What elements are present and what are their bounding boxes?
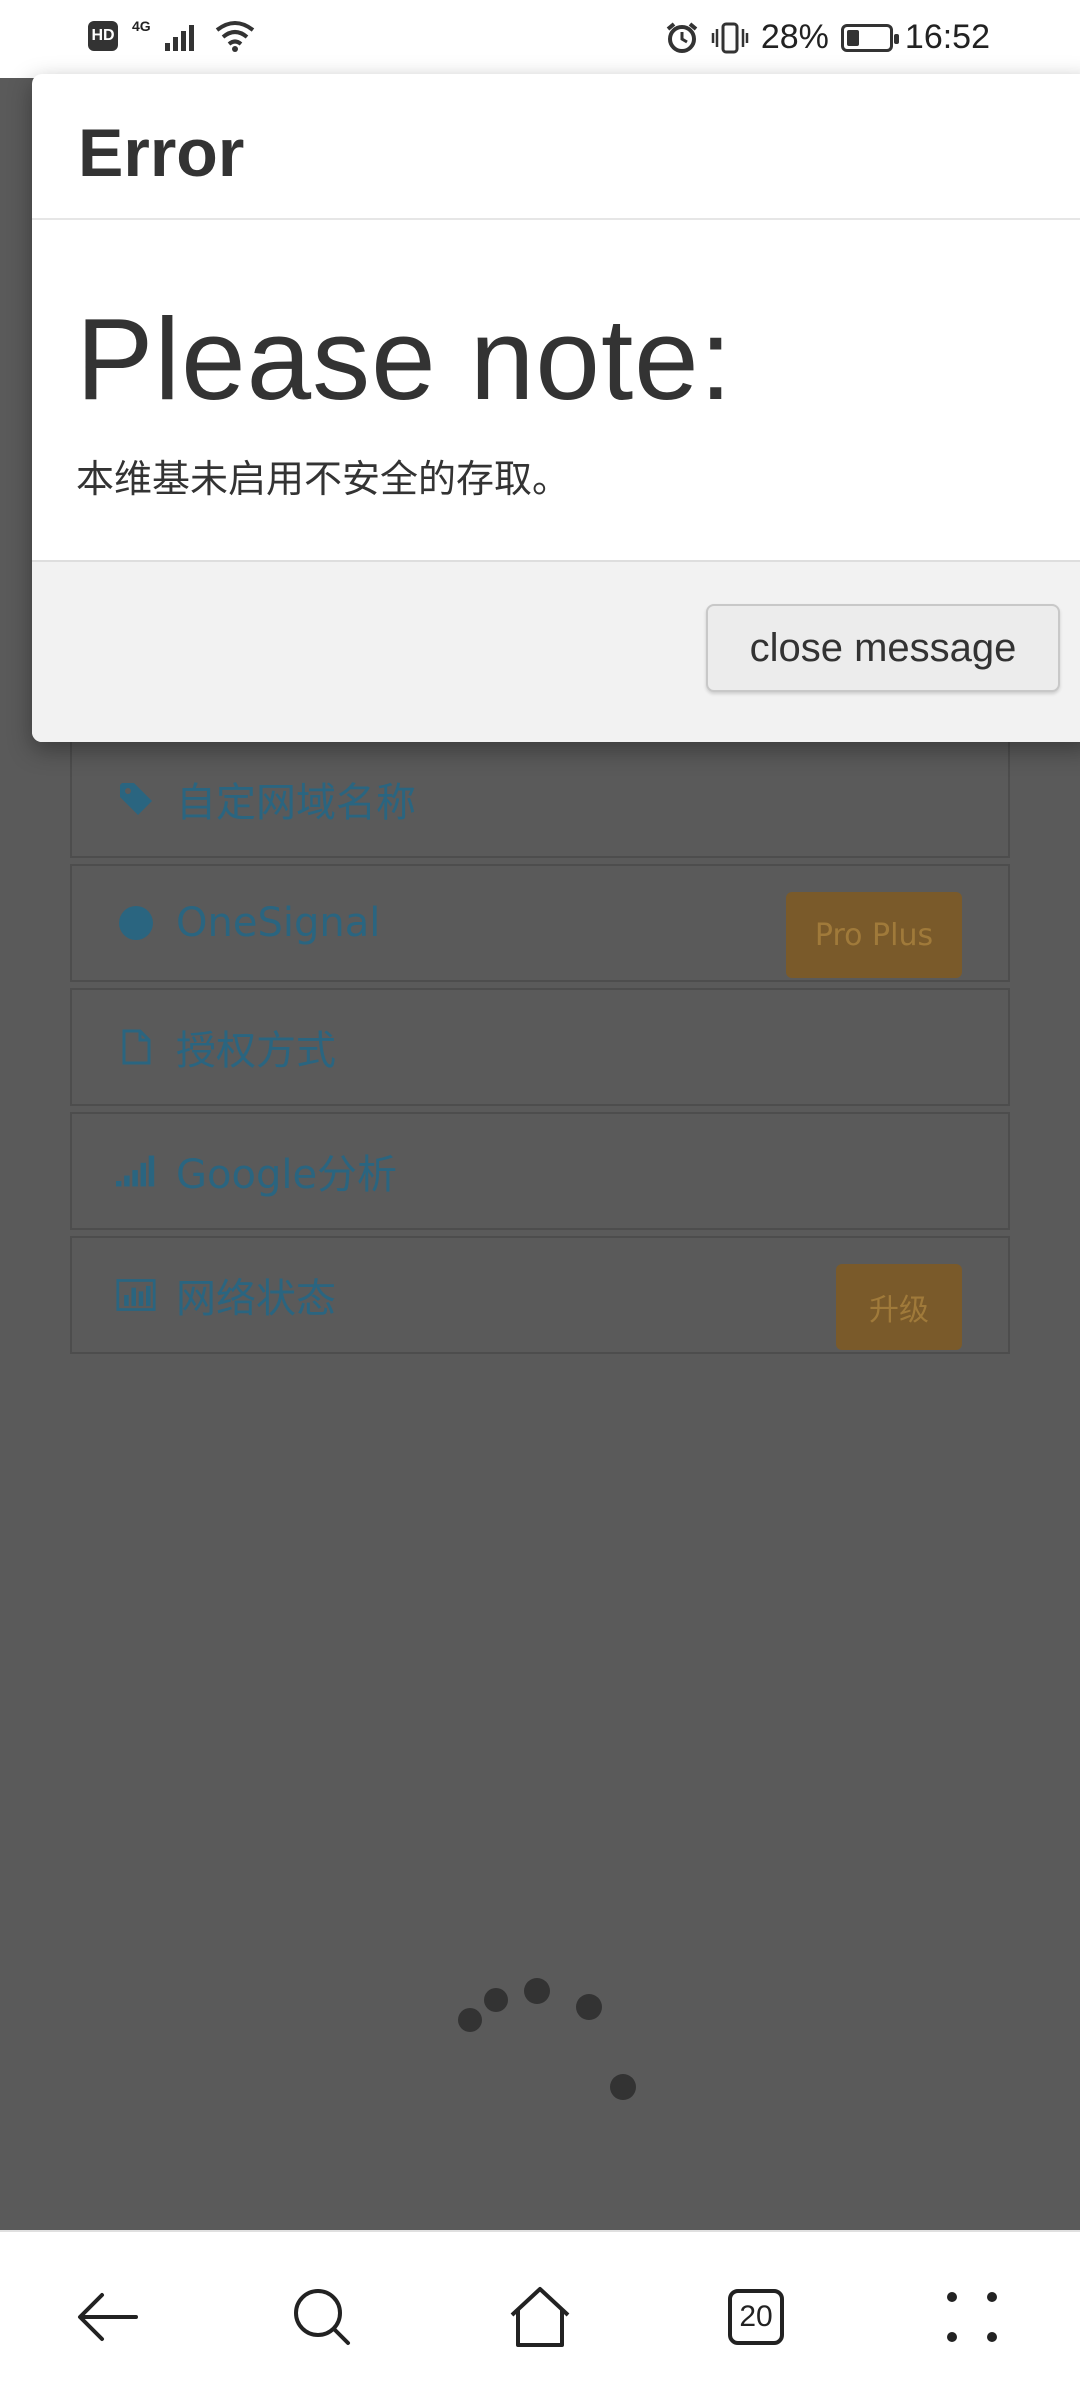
home-icon bbox=[510, 2287, 570, 2347]
list-item-custom-domain: 自定网域名称 bbox=[70, 740, 1010, 858]
search-button[interactable] bbox=[272, 2272, 372, 2362]
tabs-button[interactable]: 20 bbox=[706, 2272, 806, 2362]
battery-percent: 28% bbox=[760, 18, 829, 56]
circle-icon bbox=[116, 905, 156, 941]
upgrade-badge: 升级 bbox=[836, 1264, 962, 1350]
menu-button[interactable] bbox=[922, 2272, 1022, 2362]
hd-icon: HD bbox=[88, 21, 118, 51]
error-dialog: Error Please note: 本维基未启用不安全的存取。 close m… bbox=[32, 74, 1080, 742]
pro-plus-badge: Pro Plus bbox=[786, 892, 962, 978]
dialog-body: Please note: 本维基未启用不安全的存取。 bbox=[32, 220, 1080, 560]
dialog-footer: close message bbox=[32, 560, 1080, 742]
settings-list: 自定网域名称 OneSignal Pro Plus 授权方式 Google分析 bbox=[70, 740, 1010, 1360]
more-dots-icon bbox=[947, 2292, 997, 2342]
list-item-label: 自定网域名称 bbox=[176, 780, 416, 826]
signal-bars-icon bbox=[116, 1154, 156, 1188]
document-icon bbox=[116, 1029, 156, 1065]
status-bar: HD 4G 28% 16:52 bbox=[0, 0, 1080, 78]
dialog-heading: Please note: bbox=[76, 294, 733, 424]
cellular-signal-icon bbox=[164, 25, 194, 51]
list-item-label: 网络状态 bbox=[176, 1276, 336, 1322]
list-item-license: 授权方式 bbox=[70, 988, 1010, 1106]
clock-time: 16:52 bbox=[904, 18, 990, 56]
back-button[interactable] bbox=[58, 2272, 158, 2362]
battery-icon bbox=[840, 23, 899, 52]
home-button[interactable] bbox=[490, 2272, 590, 2362]
search-icon bbox=[294, 2289, 350, 2345]
list-item-google-analytics: Google分析 bbox=[70, 1112, 1010, 1230]
tag-icon bbox=[116, 781, 156, 817]
browser-bottom-nav: 20 bbox=[0, 2230, 1080, 2400]
vibrate-icon bbox=[711, 22, 749, 53]
bar-chart-icon bbox=[116, 1277, 156, 1313]
dialog-message: 本维基未启用不安全的存取。 bbox=[76, 457, 571, 501]
alarm-icon bbox=[666, 21, 698, 53]
back-arrow-icon bbox=[78, 2293, 138, 2341]
network-type-label: 4G bbox=[132, 18, 151, 34]
dialog-title: Error bbox=[78, 115, 245, 191]
wifi-icon bbox=[215, 21, 254, 52]
tab-count-badge: 20 bbox=[728, 2289, 784, 2345]
dialog-header: Error bbox=[32, 74, 1080, 220]
list-item-network-status: 网络状态 升级 bbox=[70, 1236, 1010, 1354]
list-item-label: 授权方式 bbox=[176, 1028, 336, 1074]
list-item-label: OneSignal bbox=[176, 900, 381, 946]
close-message-button[interactable]: close message bbox=[706, 604, 1060, 692]
list-item-label: Google分析 bbox=[176, 1152, 398, 1198]
list-item-onesignal: OneSignal Pro Plus bbox=[70, 864, 1010, 982]
